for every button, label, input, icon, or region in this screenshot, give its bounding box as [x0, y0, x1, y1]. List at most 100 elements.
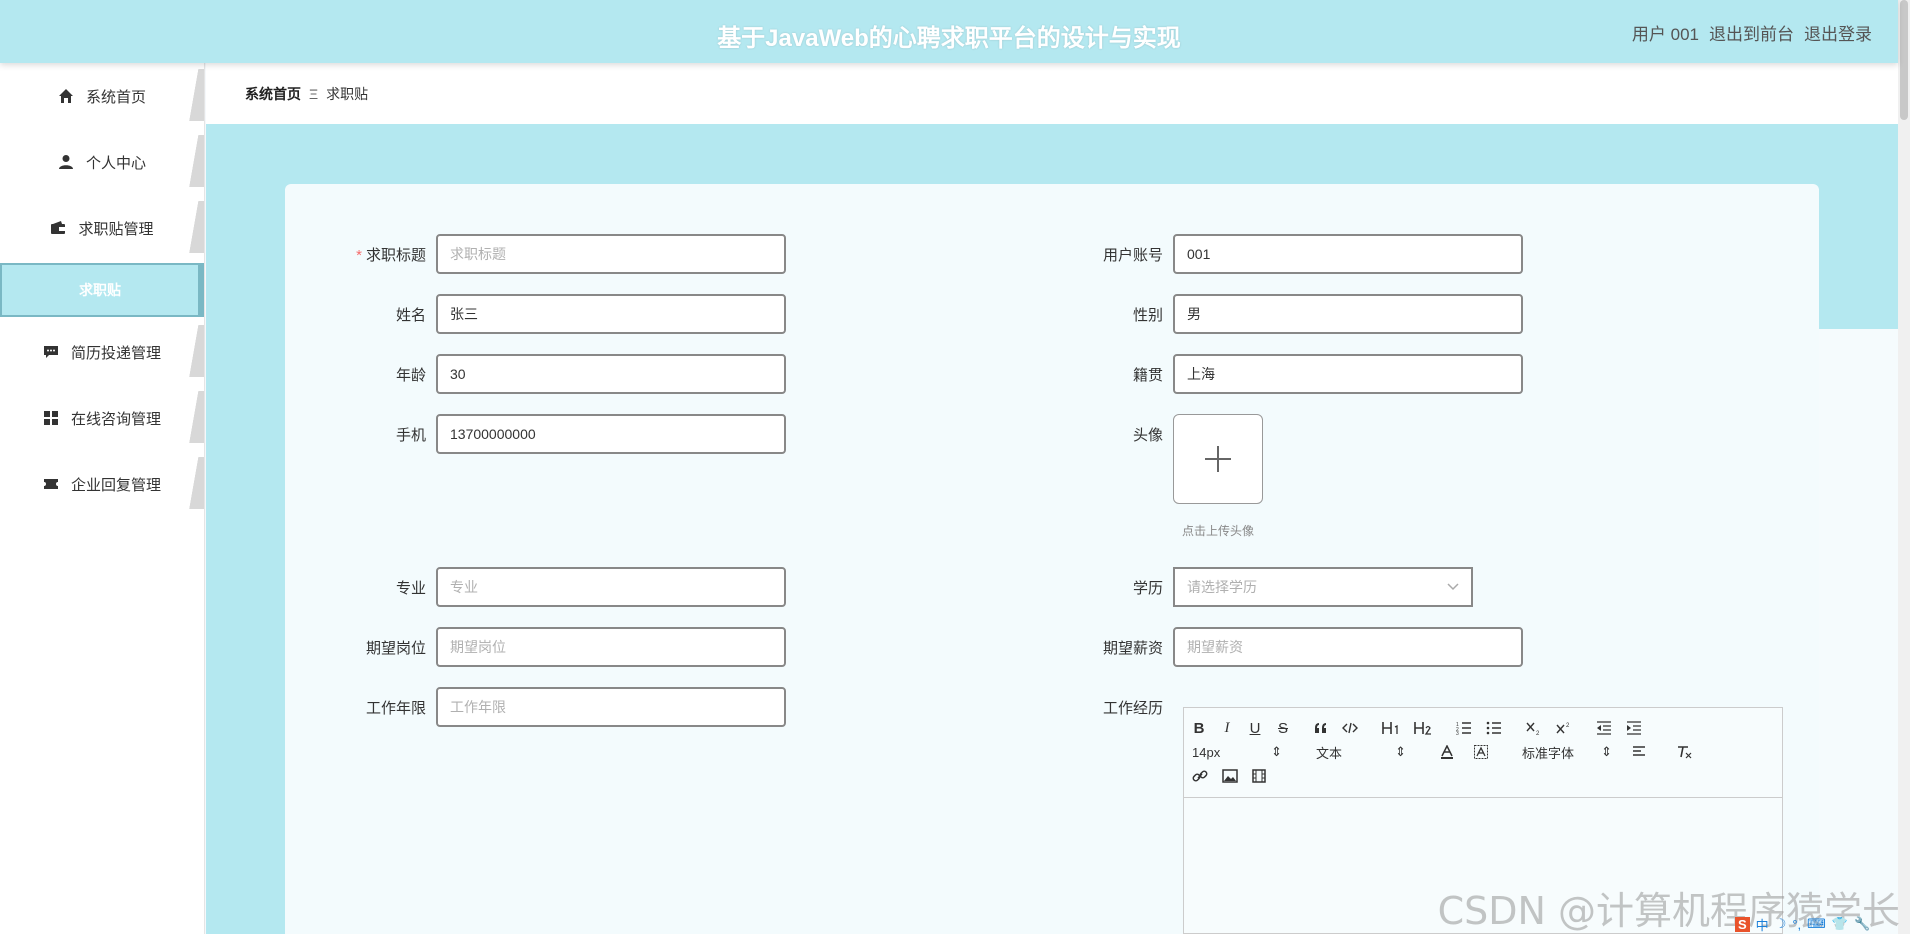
svg-text:2: 2 [1536, 731, 1540, 735]
font-color-icon[interactable] [1440, 745, 1454, 759]
sidebar-item-label: 企业回复管理 [70, 476, 161, 494]
sidebar-item-resume-delivery[interactable]: 简历投递管理 [0, 319, 204, 385]
sidebar: 系统首页 个人中心 求职贴管理 求职贴 简历投递管理 在线咨询管理 企业回复管理 [0, 63, 205, 934]
block-type-value: 文本 [1316, 745, 1343, 761]
logout-link[interactable]: 退出登录 [1804, 20, 1872, 45]
home-icon [58, 88, 74, 104]
font-size-select[interactable]: 14px ⇕ [1192, 744, 1282, 760]
wallet-icon [50, 220, 66, 236]
svg-text:3: 3 [1456, 731, 1459, 735]
updown-icon: ⇕ [1271, 744, 1282, 759]
form-row-position: 期望岗位 [316, 627, 786, 667]
account-input[interactable] [1173, 234, 1523, 274]
title-label: 求职标题 [365, 246, 426, 264]
work-years-input[interactable] [436, 687, 786, 727]
superscript-icon[interactable]: 2 [1556, 721, 1572, 735]
major-input[interactable] [436, 567, 786, 607]
form-row-name: 姓名 [316, 294, 786, 334]
form-row-major: 专业 [316, 567, 786, 607]
sidebar-item-online-consult[interactable]: 在线咨询管理 [0, 385, 204, 451]
phone-label: 手机 [395, 426, 426, 444]
quote-icon[interactable] [1314, 722, 1328, 734]
background-color-icon[interactable] [1474, 745, 1488, 759]
breadcrumb: 系统首页 Ξ 求职贴 [206, 63, 1898, 124]
sidebar-item-label: 求职贴管理 [78, 220, 154, 238]
font-size-value: 14px [1192, 744, 1221, 760]
code-icon[interactable] [1342, 722, 1358, 734]
expected-position-input[interactable] [436, 627, 786, 667]
form-row-gender: 性别 [1053, 294, 1523, 334]
education-label: 学历 [1132, 579, 1163, 597]
hometown-input[interactable] [1173, 354, 1523, 394]
bullet-list-icon[interactable] [1486, 721, 1502, 735]
strikethrough-button[interactable]: S [1276, 720, 1290, 737]
sidebar-item-label: 在线咨询管理 [70, 410, 161, 428]
link-icon[interactable] [1192, 768, 1208, 784]
education-placeholder: 请选择学历 [1187, 579, 1257, 595]
sidebar-item-company-reply[interactable]: 企业回复管理 [0, 451, 204, 517]
back-to-frontend-link[interactable]: 退出到前台 [1709, 20, 1794, 45]
expected-salary-input[interactable] [1173, 627, 1523, 667]
gender-label: 性别 [1132, 306, 1163, 324]
subscript-icon[interactable]: 2 [1526, 721, 1542, 735]
form-row-experience: 工作经历 [1053, 697, 1173, 718]
sidebar-item-label: 求职贴 [79, 282, 121, 298]
age-input[interactable] [436, 354, 786, 394]
editor-toolbar: B I U S 123 2 2 14px ⇕ 文本 ⇕ 标准字体 ⇕ [1184, 708, 1782, 798]
salary-label: 期望薪资 [1102, 639, 1163, 657]
chat-icon [43, 344, 59, 360]
align-icon[interactable] [1632, 746, 1646, 758]
ticket-icon [43, 476, 59, 492]
punct-icon: °, [1792, 916, 1802, 932]
updown-icon: ⇕ [1601, 744, 1612, 759]
breadcrumb-current: 求职贴 [326, 85, 369, 102]
form-row-avatar: 头像 [1053, 414, 1263, 504]
image-icon[interactable] [1222, 769, 1238, 783]
name-label: 姓名 [395, 306, 426, 324]
form-row-account: 用户账号 [1053, 234, 1523, 274]
ime-mode[interactable]: 中 [1756, 915, 1769, 934]
keyboard-icon: ⌨ [1807, 916, 1826, 931]
plus-icon [1205, 446, 1231, 472]
years-label: 工作年限 [365, 699, 426, 717]
wrench-icon: 🔧 [1854, 916, 1871, 931]
updown-icon: ⇕ [1395, 744, 1406, 759]
sidebar-item-job-post-management[interactable]: 求职贴管理 [0, 195, 204, 261]
avatar-upload[interactable] [1173, 414, 1263, 504]
block-type-select[interactable]: 文本 ⇕ [1316, 743, 1406, 762]
clear-format-icon[interactable] [1676, 745, 1692, 759]
form-row-education: 学历 请选择学历 [1053, 567, 1473, 607]
sidebar-item-personal-center[interactable]: 个人中心 [0, 129, 204, 195]
font-family-select[interactable]: 标准字体 ⇕ [1522, 743, 1612, 762]
heading1-icon[interactable] [1382, 721, 1400, 735]
form-row-phone: 手机 [316, 414, 786, 454]
svg-text:2: 2 [1566, 723, 1570, 729]
ordered-list-icon[interactable]: 123 [1456, 721, 1472, 735]
scrollbar-thumb[interactable] [1900, 0, 1908, 120]
form-row-hometown: 籍贯 [1053, 354, 1523, 394]
bold-button[interactable]: B [1192, 720, 1206, 737]
video-icon[interactable] [1252, 769, 1266, 783]
sidebar-item-label: 个人中心 [85, 154, 146, 172]
experience-label: 工作经历 [1102, 700, 1163, 717]
name-input[interactable] [436, 294, 786, 334]
outdent-icon[interactable] [1596, 721, 1612, 735]
user-icon [58, 154, 74, 170]
avatar-label: 头像 [1132, 427, 1163, 444]
sidebar-item-home[interactable]: 系统首页 [0, 63, 204, 129]
breadcrumb-home[interactable]: 系统首页 [245, 84, 301, 104]
position-label: 期望岗位 [365, 639, 426, 657]
heading2-icon[interactable] [1414, 721, 1432, 735]
italic-button[interactable]: I [1220, 720, 1234, 737]
gender-input[interactable] [1173, 294, 1523, 334]
sogou-icon: S [1735, 916, 1750, 932]
page-scrollbar[interactable] [1898, 0, 1910, 934]
sidebar-item-job-post[interactable]: 求职贴 [0, 263, 204, 317]
education-select[interactable]: 请选择学历 [1173, 567, 1473, 607]
major-label: 专业 [395, 579, 426, 597]
job-title-input[interactable] [436, 234, 786, 274]
app-title: 基于JavaWeb的心聘求职平台的设计与实现 [717, 25, 1181, 52]
phone-input[interactable] [436, 414, 786, 454]
indent-icon[interactable] [1626, 721, 1642, 735]
underline-button[interactable]: U [1248, 720, 1262, 737]
